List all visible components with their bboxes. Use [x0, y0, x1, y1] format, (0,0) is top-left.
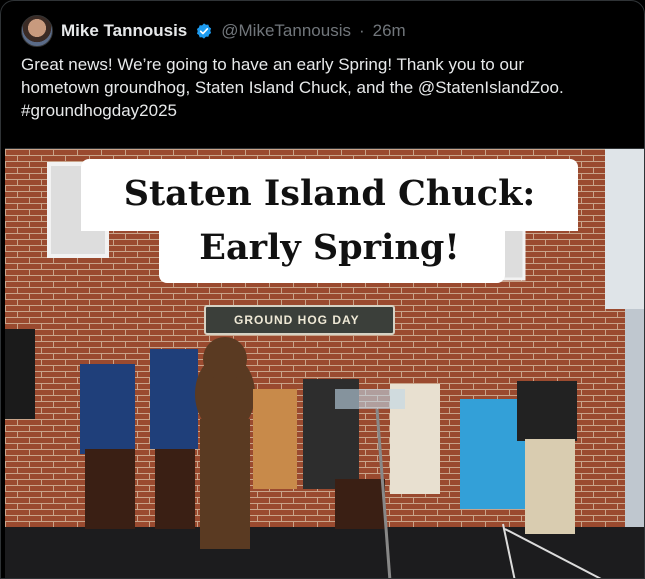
groundhog-day-sign: GROUND HOG DAY — [204, 305, 395, 335]
post-text-line-3[interactable]: #groundhogday2025 — [21, 99, 631, 122]
separator-dot: · — [358, 21, 365, 40]
sign-text: GROUND HOG DAY — [234, 313, 360, 327]
author-avatar[interactable] — [21, 15, 53, 47]
overlay-line-2: Early Spring! — [199, 227, 460, 268]
post-timestamp[interactable]: 26m — [373, 21, 406, 41]
post-text: Great news! We’re going to have an early… — [21, 53, 631, 122]
author-name[interactable]: Mike Tannousis — [61, 21, 187, 41]
overlay-line-1: Staten Island Chuck: — [123, 173, 536, 214]
post-text-line-2: hometown groundhog, Staten Island Chuck,… — [21, 78, 564, 97]
photo-overlay-caption: Staten Island Chuck: Early Spring! — [81, 159, 578, 283]
post-header: Mike Tannousis @MikeTannousis · 26m — [21, 15, 406, 47]
verified-badge-icon — [197, 23, 212, 39]
post-text-line-1: Great news! We’re going to have an early… — [21, 55, 525, 74]
author-handle[interactable]: @MikeTannousis — [221, 21, 351, 41]
post-card[interactable]: Mike Tannousis @MikeTannousis · 26m Grea… — [0, 0, 645, 579]
